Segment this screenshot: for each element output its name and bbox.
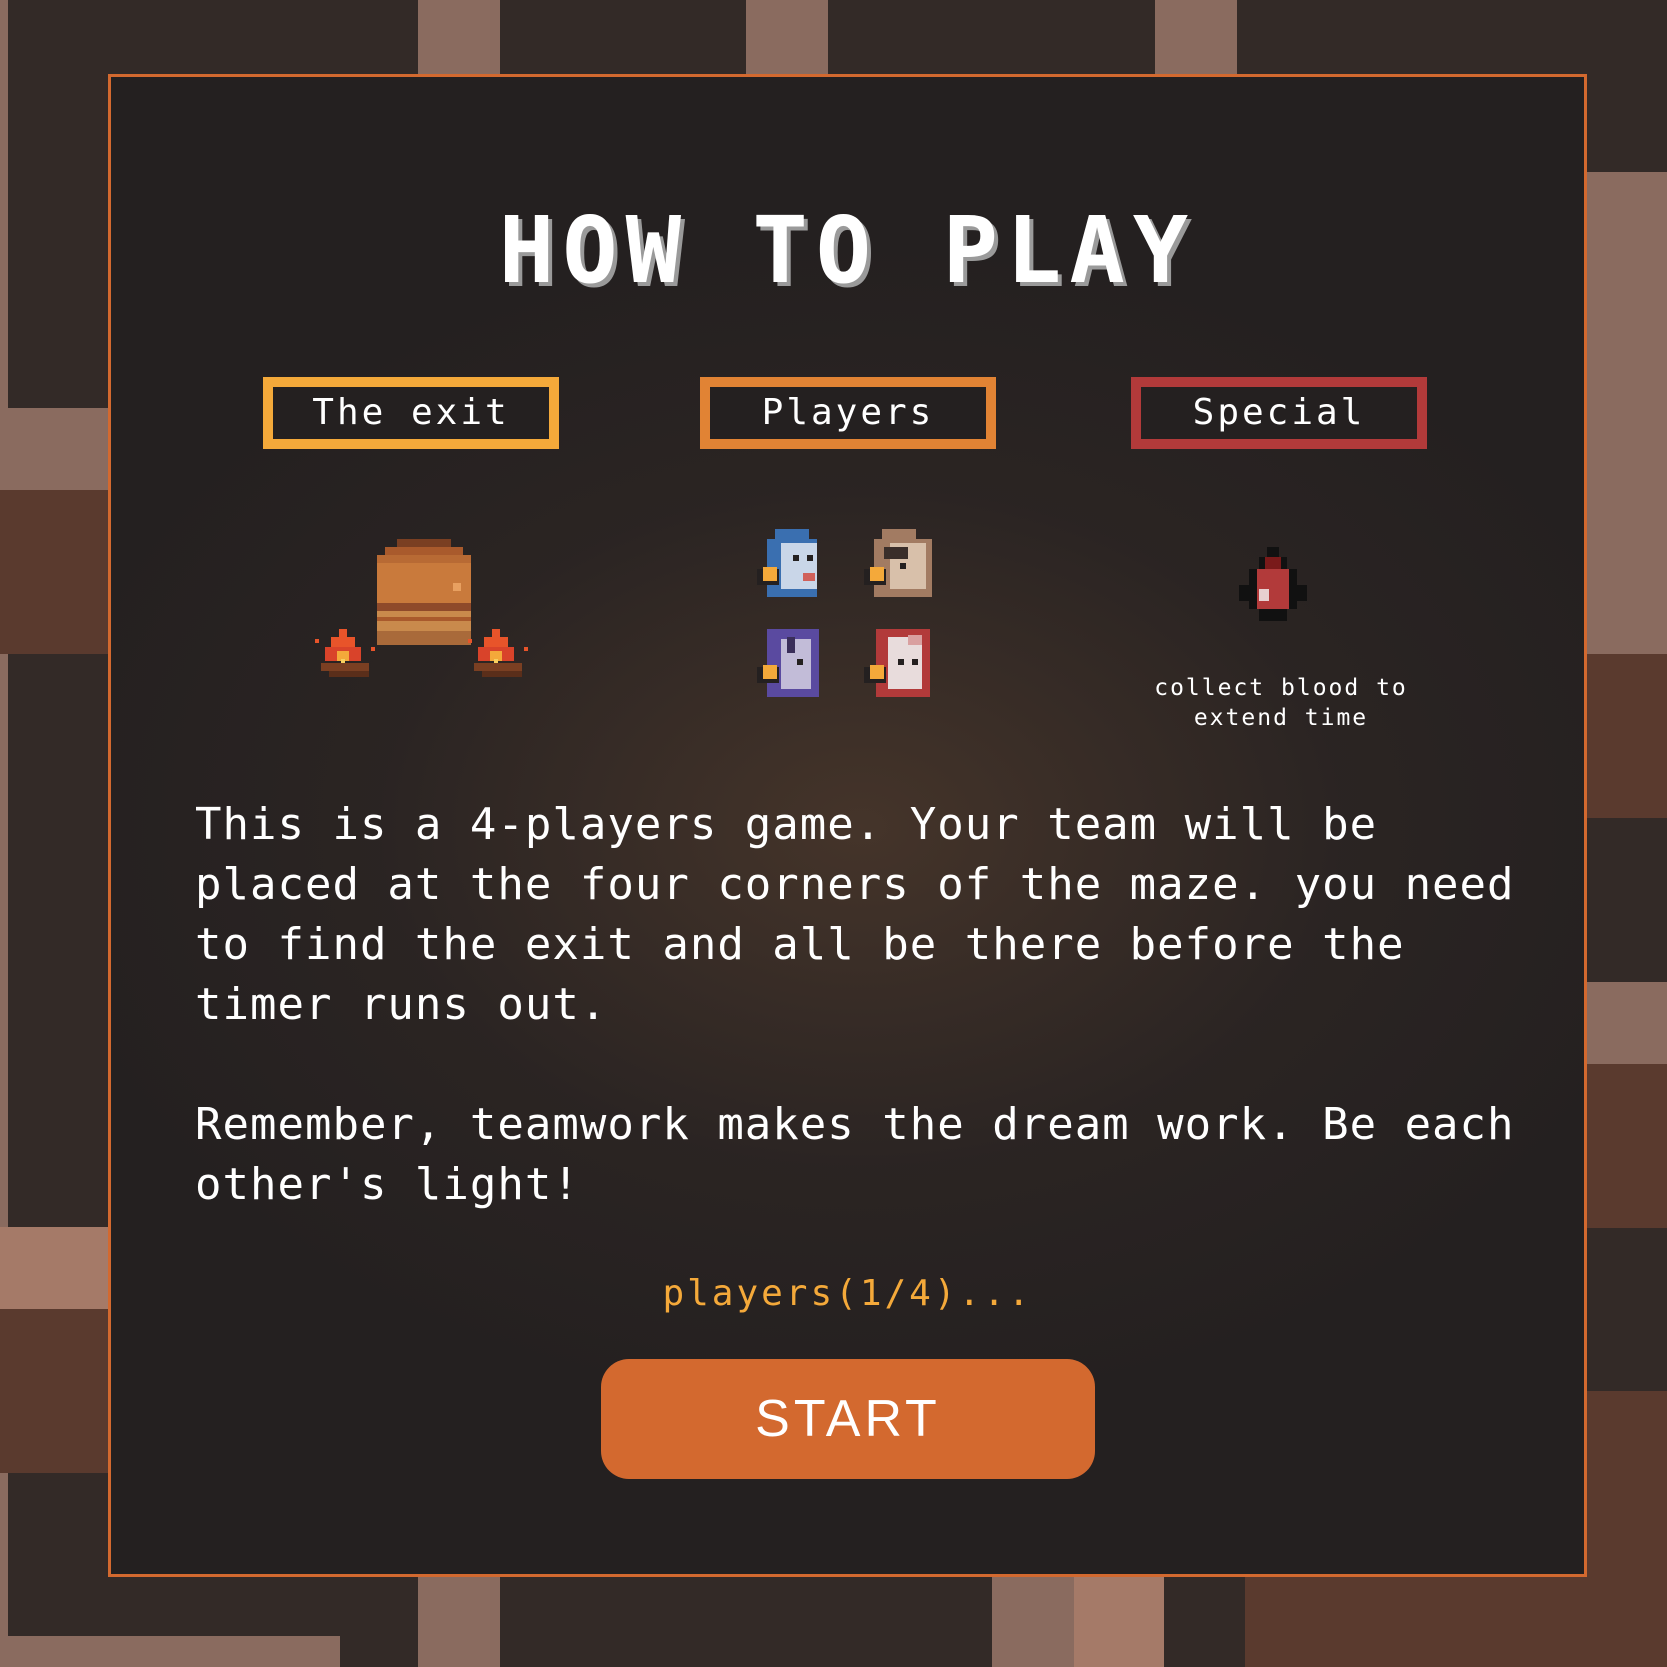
instructions: This is a 4-players game. Your team will… (195, 795, 1515, 1275)
campfire-icon (315, 629, 375, 677)
instructions-paragraph-1: This is a 4-players game. Your team will… (195, 799, 1543, 1030)
tab-the-exit: The exit (263, 377, 559, 449)
player-purple-icon (757, 629, 819, 697)
tab-players: Players (700, 377, 996, 449)
instructions-paragraph-2: Remember, teamwork makes the dream work.… (195, 1099, 1543, 1210)
start-button[interactable]: START (601, 1359, 1095, 1479)
special-caption-line2: extend time (1193, 705, 1369, 731)
player-red-icon (864, 629, 930, 697)
page-title: HOW TO PLAY (498, 197, 1197, 304)
how-to-play-panel: HOW TO PLAY The exit Players Special col… (108, 74, 1587, 1577)
exit-door-icon (377, 539, 471, 645)
player-blue-icon (757, 529, 817, 597)
campfire-icon (468, 629, 528, 677)
blood-drop-icon (1239, 547, 1307, 621)
special-caption-line1: collect blood to (1154, 675, 1408, 701)
player-tan-icon (864, 529, 932, 597)
special-caption: collect blood to extend time (1121, 673, 1441, 733)
tab-special: Special (1131, 377, 1427, 449)
lobby-status: players(1/4)... (662, 1273, 1033, 1314)
